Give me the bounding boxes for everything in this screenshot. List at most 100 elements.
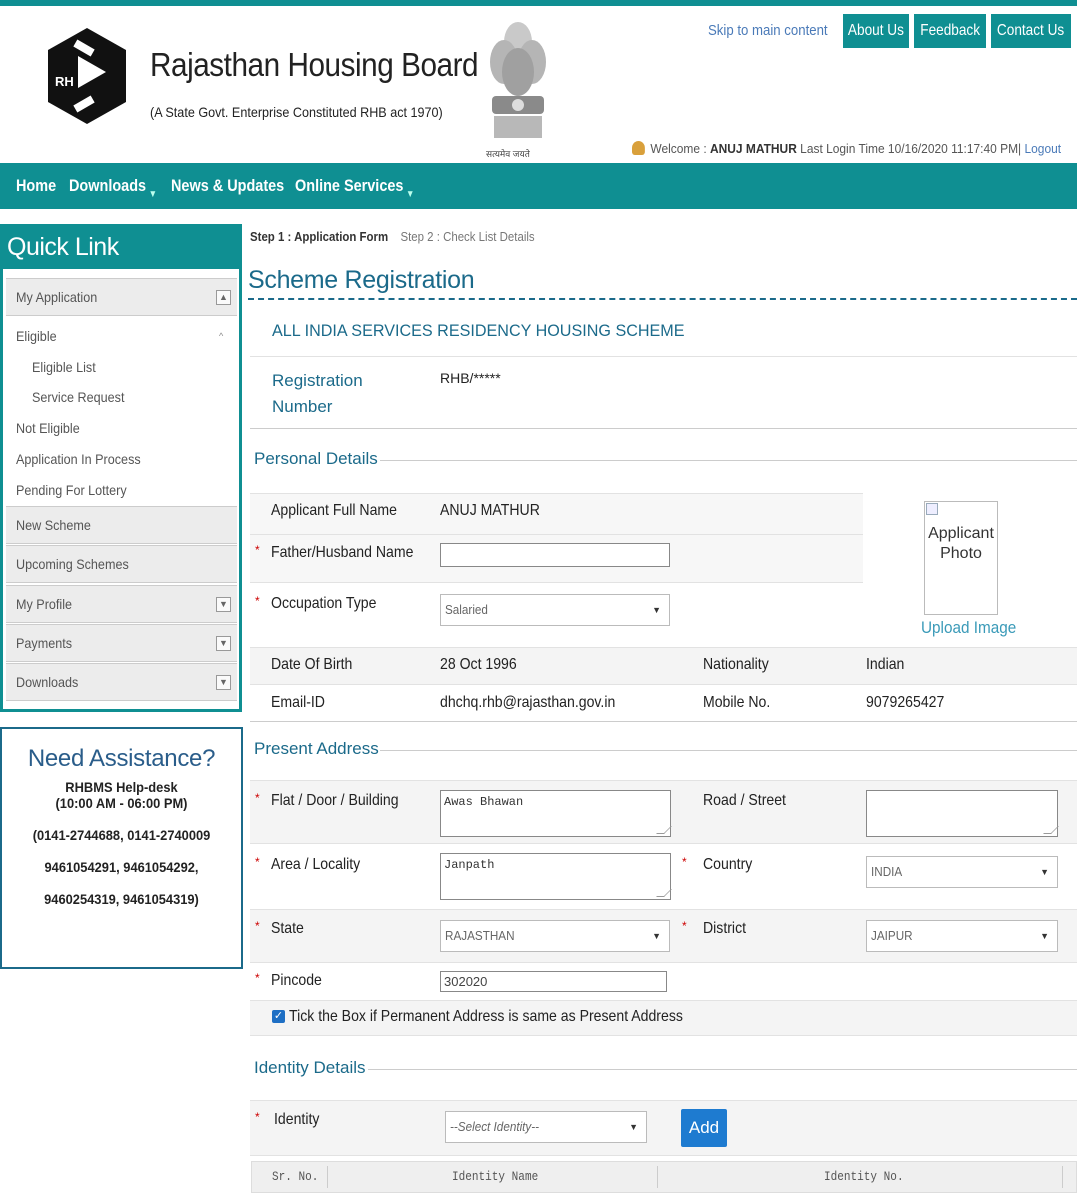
feedback-button[interactable]: Feedback [914,14,986,48]
occupation-select[interactable]: Salaried ▼ [440,594,670,626]
district-select[interactable]: JAIPUR ▼ [866,920,1058,952]
column-divider [327,1166,328,1188]
nav-home[interactable]: Home [16,176,56,196]
required-marker: * [255,1110,260,1124]
road-label: Road / Street [703,792,786,809]
chevron-down-icon: ▼ [1040,931,1049,941]
area-label: Area / Locality [271,856,361,873]
col-identity-no: Identity No. [824,1169,904,1184]
chevron-up-icon[interactable]: ^ [219,331,223,341]
skip-to-content-link[interactable]: Skip to main content [708,22,828,39]
sidebar-item-app-in-process[interactable]: Application In Process [16,451,141,467]
page-title: Scheme Registration [248,266,475,294]
dob-label: Date Of Birth [271,656,353,673]
org-name: Rajasthan Housing Board [150,46,479,83]
sidebar-item-payments[interactable]: Payments ▼ [6,624,237,662]
about-us-button[interactable]: About Us [843,14,909,48]
same-address-checkbox[interactable]: ✓ [272,1010,285,1023]
upload-image-link[interactable]: Upload Image [921,618,1016,638]
sidebar-item-service-request[interactable]: Service Request [32,389,124,405]
registration-number-value: RHB/***** [440,370,501,386]
chevron-down-icon: ▼ [629,1122,638,1132]
resize-grip-icon[interactable] [656,826,672,834]
national-emblem-icon [490,22,546,138]
resize-grip-icon[interactable] [1043,826,1059,834]
occupation-label: Occupation Type [271,595,377,612]
registration-number-label: Registration Number [272,371,363,416]
title-divider [248,298,1077,300]
nationality-label: Nationality [703,656,769,673]
chevron-down-icon[interactable]: ▼ [216,675,231,690]
identity-details-heading: Identity Details [254,1058,366,1077]
chevron-up-icon[interactable]: ▲ [216,290,231,305]
contact-us-button[interactable]: Contact Us [991,14,1071,48]
main-nav: Home Downloads ▼ News & Updates Online Se… [0,163,1077,209]
logo-text: RH [55,74,74,89]
present-address-heading: Present Address [254,739,379,758]
required-marker: * [255,543,260,557]
row-band [250,1100,1077,1156]
sidebar-item-my-application[interactable]: My Application ▲ [6,278,237,316]
personal-details-heading: Personal Details [254,449,378,468]
chevron-down-icon[interactable]: ▼ [216,636,231,651]
helpdesk-label: RHBMS Help-desk [65,779,178,795]
site-header: RH Rajasthan Housing Board (A State Govt… [0,0,1077,163]
sidebar-item-eligible-list[interactable]: Eligible List [32,359,96,375]
sidebar-item-downloads[interactable]: Downloads ▼ [6,663,237,701]
add-identity-button[interactable]: Add [681,1109,727,1147]
identity-table-header: Sr. No. Identity Name Identity No. [251,1161,1077,1193]
col-sr-no: Sr. No. [272,1169,319,1184]
identity-label: Identity [274,1111,320,1128]
sidebar-item-my-profile[interactable]: My Profile ▼ [6,585,237,623]
chevron-down-icon[interactable]: ▼ [216,597,231,612]
assistance-box: Need Assistance? RHBMS Help-desk (10:00 … [0,727,243,969]
sidebar-item-eligible[interactable]: Eligible [16,328,57,344]
area-textarea[interactable]: Janpath [440,853,672,900]
email-label: Email-ID [271,694,325,711]
chevron-down-icon: ▼ [652,931,661,941]
nav-online-services[interactable]: Online Services ▼ [295,176,414,200]
required-marker: * [255,919,260,933]
quick-link-title: Quick Link [3,227,239,269]
welcome-bar: Welcome : ANUJ MATHUR Last Login Time 10… [632,141,1061,156]
state-select[interactable]: RAJASTHAN ▼ [440,920,670,952]
sidebar-item-upcoming-schemes[interactable]: Upcoming Schemes [6,545,237,583]
user-name: ANUJ MATHUR [710,141,797,156]
sidebar-item-pending-lottery[interactable]: Pending For Lottery [16,482,127,498]
road-textarea[interactable] [866,790,1059,837]
applicant-name-value: ANUJ MATHUR [440,502,540,519]
nav-news-updates[interactable]: News & Updates [171,176,284,196]
father-name-input[interactable] [440,543,670,567]
divider [380,750,1077,751]
org-subtitle: (A State Govt. Enterprise Constituted RH… [150,104,443,120]
pincode-label: Pincode [271,972,322,989]
helpdesk-phone-2: 9461054291, 9461054292, [44,859,199,875]
column-divider [657,1166,658,1188]
resize-grip-icon[interactable] [656,889,672,897]
logout-link[interactable]: Logout [1024,141,1061,156]
applicant-name-label: Applicant Full Name [271,502,397,519]
nav-downloads[interactable]: Downloads ▼ [69,176,157,200]
sidebar-item-new-scheme[interactable]: New Scheme [6,506,237,544]
divider [368,1069,1077,1070]
column-divider [1062,1166,1063,1188]
sidebar-item-not-eligible[interactable]: Not Eligible [16,420,80,436]
broken-image-icon [926,503,938,515]
step-1[interactable]: Step 1 : Application Form [250,229,388,244]
helpdesk-hours: (10:00 AM - 06:00 PM) [55,795,188,811]
rhb-logo: RH [48,28,126,124]
col-identity-name: Identity Name [452,1169,539,1184]
country-select[interactable]: INDIA ▼ [866,856,1058,888]
row-band [250,647,1077,685]
pincode-input[interactable]: 302020 [440,971,667,992]
identity-select[interactable]: --Select Identity-- ▼ [445,1111,647,1143]
flat-textarea[interactable]: Awas Bhawan [440,790,672,837]
chevron-down-icon: ▼ [405,189,415,200]
quick-link-panel: Quick Link My Application ▲ Eligible ^ El… [0,224,242,712]
scheme-name: ALL INDIA SERVICES RESIDENCY HOUSING SCH… [272,321,685,340]
step-2[interactable]: Step 2 : Check List Details [400,229,534,244]
mobile-value: 9079265427 [866,694,945,711]
helpdesk-phone-3: 9460254319, 9461054319) [44,891,199,907]
country-label: Country [703,856,753,873]
same-address-label: Tick the Box if Permanent Address is sam… [289,1008,683,1025]
